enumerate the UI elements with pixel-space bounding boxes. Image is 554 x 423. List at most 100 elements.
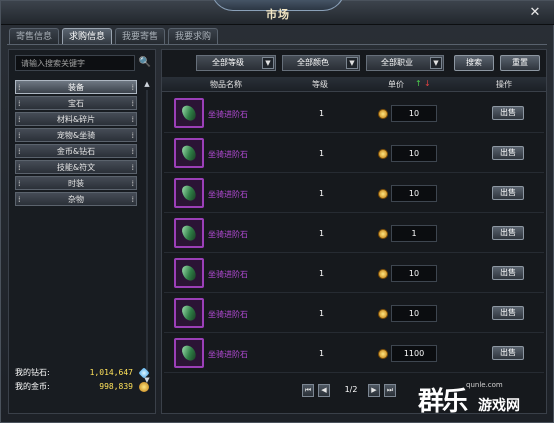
tab-buy-requests[interactable]: 求购信息 (62, 28, 112, 44)
color-filter-dropdown[interactable]: 全部颜色 ▼ (282, 55, 360, 71)
sell-button[interactable]: 出售 (492, 106, 524, 120)
sort-asc-icon[interactable]: ↑ (415, 79, 422, 88)
gold-value: 998,839 (99, 382, 133, 391)
grip-icon: ⁞ (18, 179, 21, 188)
chevron-down-icon[interactable]: ▼ (346, 57, 358, 69)
item-slot[interactable] (174, 218, 204, 248)
job-filter-dropdown[interactable]: 全部职业 ▼ (366, 55, 444, 71)
gold-coin-icon (378, 269, 388, 279)
category-misc[interactable]: ⁞ 杂物 ⁞ (15, 192, 137, 206)
category-gems[interactable]: ⁞ 宝石 ⁞ (15, 96, 137, 110)
mount-stone-icon (180, 223, 198, 243)
tab-post-request[interactable]: 我要求购 (168, 28, 218, 44)
header-action: 操作 (496, 80, 512, 89)
chevron-down-icon[interactable]: ▼ (262, 57, 274, 69)
category-label: 宠物&坐骑 (56, 131, 96, 140)
sort-desc-icon[interactable]: ↓ (424, 79, 431, 88)
category-fashion[interactable]: ⁞ 时装 ⁞ (15, 176, 137, 190)
item-level: 1 (319, 109, 325, 118)
mount-stone-icon (180, 183, 198, 203)
item-price: 10 (391, 105, 437, 122)
table-row: 坐骑进阶石 1 10 出售 (164, 95, 544, 133)
item-slot[interactable] (174, 258, 204, 288)
grip-icon: ⁞ (131, 179, 134, 188)
item-slot[interactable] (174, 338, 204, 368)
gold-coin-icon (378, 149, 388, 159)
table-row: 坐骑进阶石 1 10 出售 (164, 295, 544, 333)
category-label: 装备 (68, 83, 84, 92)
item-name: 坐骑进阶石 (208, 190, 248, 199)
category-pets-mounts[interactable]: ⁞ 宠物&坐骑 ⁞ (15, 128, 137, 142)
item-price: 10 (391, 145, 437, 162)
gold-coin-icon (378, 109, 388, 119)
category-label: 技能&符文 (56, 163, 96, 172)
scroll-up-icon[interactable]: ▲ (143, 80, 151, 88)
search-input[interactable] (15, 55, 135, 71)
last-page-icon[interactable]: ⏭ (384, 384, 396, 397)
item-slot[interactable] (174, 98, 204, 128)
level-filter-dropdown[interactable]: 全部等级 ▼ (196, 55, 276, 71)
grip-icon: ⁞ (18, 195, 21, 204)
sell-button[interactable]: 出售 (492, 306, 524, 320)
category-equipment[interactable]: ⁞ 装备 ⁞ (15, 80, 137, 94)
grip-icon: ⁞ (131, 195, 134, 204)
window-title: 市场 (266, 8, 290, 21)
category-panel: 🔍 ⁞ 装备 ⁞ ⁞ 宝石 ⁞ ⁞ 材料&碎片 ⁞ ⁞ 宠物&坐骑 ⁞ ⁞ 金币&钻石 ⁞ ⁞ 技能&… (8, 49, 156, 414)
item-name: 坐骑进阶石 (208, 110, 248, 119)
grip-icon: ⁞ (18, 147, 21, 156)
diamond-row: 我的钻石: 1,014,647 (15, 366, 151, 380)
chevron-down-icon[interactable]: ▼ (430, 57, 442, 69)
search-button[interactable]: 搜索 (454, 55, 494, 71)
category-label: 宝石 (68, 99, 84, 108)
item-level: 1 (319, 269, 325, 278)
gold-coin-icon (378, 349, 388, 359)
gold-coin-icon (378, 309, 388, 319)
header-price: 单价 (388, 80, 404, 89)
category-list: ⁞ 装备 ⁞ ⁞ 宝石 ⁞ ⁞ 材料&碎片 ⁞ ⁞ 宠物&坐骑 ⁞ ⁞ 金币&钻石 ⁞ ⁞ 技能&符文… (15, 80, 137, 208)
search-icon[interactable]: 🔍 (137, 55, 153, 71)
sell-button[interactable]: 出售 (492, 346, 524, 360)
next-page-icon[interactable]: ▶ (368, 384, 380, 397)
sell-button[interactable]: 出售 (492, 226, 524, 240)
item-name: 坐骑进阶石 (208, 310, 248, 319)
grip-icon: ⁞ (18, 131, 21, 140)
reset-button[interactable]: 重置 (500, 55, 540, 71)
first-page-icon[interactable]: ⏮ (302, 384, 314, 397)
tab-sell-item[interactable]: 我要寄售 (115, 28, 165, 44)
table-row: 坐骑进阶石 1 10 出售 (164, 255, 544, 293)
close-icon[interactable]: ✕ (527, 5, 543, 21)
item-slot[interactable] (174, 138, 204, 168)
prev-page-icon[interactable]: ◀ (318, 384, 330, 397)
diamond-value: 1,014,647 (89, 368, 133, 377)
sell-button[interactable]: 出售 (492, 146, 524, 160)
item-name: 坐骑进阶石 (208, 230, 248, 239)
mount-stone-icon (180, 263, 198, 283)
category-label: 金币&钻石 (56, 147, 96, 156)
category-label: 时装 (68, 179, 84, 188)
tab-consign-info[interactable]: 寄售信息 (9, 28, 59, 44)
item-slot[interactable] (174, 298, 204, 328)
item-price: 10 (391, 185, 437, 202)
category-scrollbar[interactable]: ▲ ▼ (143, 80, 151, 384)
table-header: 物品名称 等级 单价 ↑ ↓ 操作 (162, 77, 546, 92)
scroll-track[interactable] (146, 90, 148, 376)
gold-coin-icon (378, 229, 388, 239)
item-name: 坐骑进阶石 (208, 150, 248, 159)
gold-coin-icon (378, 189, 388, 199)
title-bar: 市场 ✕ (1, 0, 554, 25)
category-label: 杂物 (68, 195, 84, 204)
grip-icon: ⁞ (131, 115, 134, 124)
item-price: 10 (391, 305, 437, 322)
grip-icon: ⁞ (131, 163, 134, 172)
color-filter-value: 全部颜色 (297, 58, 329, 67)
table-row: 坐骑进阶石 1 10 出售 (164, 135, 544, 173)
sell-button[interactable]: 出售 (492, 266, 524, 280)
sell-button[interactable]: 出售 (492, 186, 524, 200)
header-level: 等级 (312, 80, 328, 89)
category-skills-runes[interactable]: ⁞ 技能&符文 ⁞ (15, 160, 137, 174)
item-level: 1 (319, 189, 325, 198)
category-materials[interactable]: ⁞ 材料&碎片 ⁞ (15, 112, 137, 126)
job-filter-value: 全部职业 (381, 58, 413, 67)
category-gold-diamonds[interactable]: ⁞ 金币&钻石 ⁞ (15, 144, 137, 158)
item-slot[interactable] (174, 178, 204, 208)
